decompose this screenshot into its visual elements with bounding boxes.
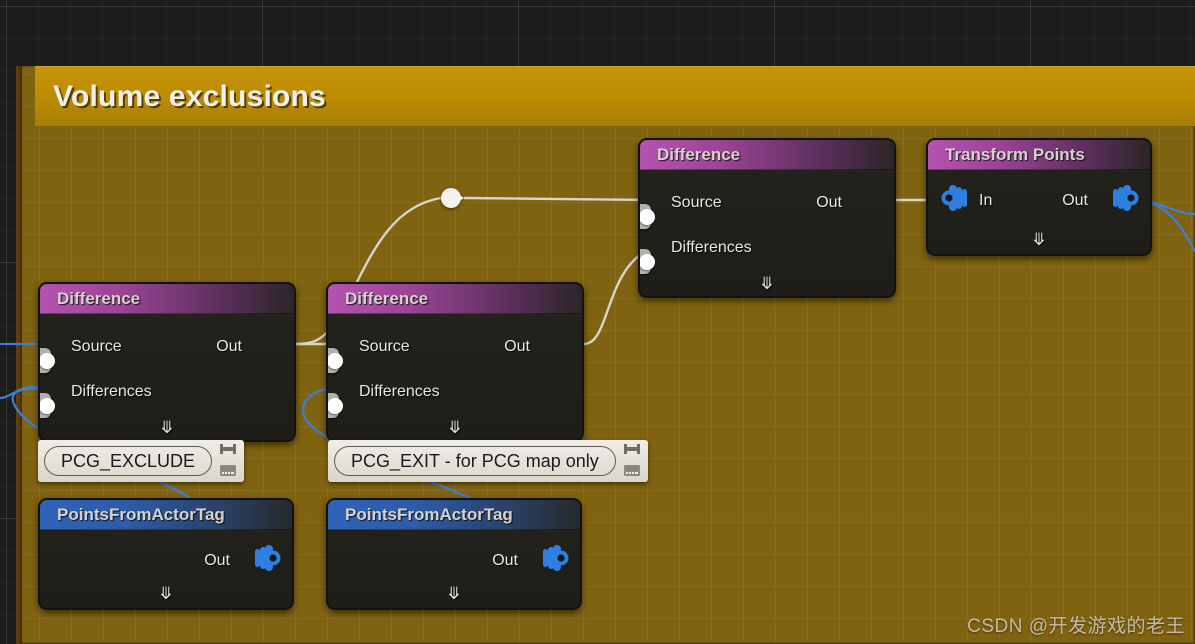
node-title: Difference: [345, 288, 429, 308]
tag-pill[interactable]: PCG_EXIT - for PCG map only: [334, 446, 616, 476]
pin-row-source[interactable]: Source Out: [640, 180, 894, 229]
node-header[interactable]: Transform Points: [928, 140, 1150, 170]
node-header[interactable]: Difference: [640, 140, 894, 170]
comment-left-edge: [17, 66, 22, 644]
pin-in-input[interactable]: [940, 184, 970, 217]
graph-canvas[interactable]: Volume exclusions Difference Source Out …: [0, 0, 1195, 644]
pin-label-source: Source: [359, 337, 410, 355]
node-title: Transform Points: [945, 144, 1085, 164]
pin-row-out[interactable]: Out: [40, 538, 292, 583]
node-header[interactable]: PointsFromActorTag: [40, 500, 292, 530]
pin-row-differences[interactable]: Differences: [328, 369, 582, 418]
pin-out-output[interactable]: [1110, 184, 1140, 217]
tag-icon-group[interactable]: [620, 442, 644, 480]
pin-row-differences[interactable]: Differences: [40, 369, 294, 418]
pin-row-in[interactable]: In Out: [928, 178, 1150, 223]
chevron-down-icon[interactable]: ⤋: [328, 585, 580, 602]
node-body: In Out ⤋: [928, 170, 1150, 254]
tag-label: PCG_EXCLUDE: [61, 450, 196, 471]
pin-label-differences: Differences: [671, 238, 752, 256]
node-header[interactable]: Difference: [40, 284, 294, 314]
pin-label-differences: Differences: [71, 382, 152, 400]
pin-out-output[interactable]: [252, 544, 282, 577]
pin-row-differences[interactable]: Differences: [640, 225, 894, 274]
chevron-down-icon[interactable]: ⤋: [40, 585, 292, 602]
node-body: Source Out Differences ⤋: [640, 170, 894, 296]
tag-pill[interactable]: PCG_EXCLUDE: [44, 446, 213, 476]
tag-label: PCG_EXIT - for PCG map only: [351, 450, 599, 471]
pin-label-out: Out: [504, 337, 530, 355]
pin-out-output[interactable]: [540, 544, 570, 577]
pin-label-out: Out: [1062, 191, 1088, 209]
chevron-down-icon[interactable]: ⤋: [928, 231, 1150, 248]
pin-row-source[interactable]: Source Out: [328, 324, 582, 373]
reroute-node[interactable]: [441, 188, 464, 208]
pin-icon[interactable]: [623, 442, 640, 460]
pin-label-differences: Differences: [359, 382, 440, 400]
node-title: Difference: [657, 144, 741, 164]
points-pin-icon: [940, 185, 970, 216]
points-pin-icon: [540, 545, 570, 576]
pin-label-out: Out: [816, 193, 842, 211]
pin-label-out: Out: [216, 337, 242, 355]
tag-icon-group[interactable]: [216, 442, 240, 480]
node-transform-points[interactable]: Transform Points In Out ⤋: [926, 138, 1152, 256]
node-title: PointsFromActorTag: [57, 504, 225, 524]
node-points-from-actor-tag-left[interactable]: PointsFromActorTag Out ⤋: [38, 498, 294, 610]
node-body: Source Out Differences ⤋: [40, 314, 294, 440]
node-body: Out ⤋: [40, 530, 292, 608]
node-body: Source Out Differences ⤋: [328, 314, 582, 440]
chevron-down-icon[interactable]: ⤋: [40, 419, 294, 436]
node-title: Difference: [57, 288, 141, 308]
pin-row-source[interactable]: Source Out: [40, 324, 294, 373]
pin-label-source: Source: [671, 193, 722, 211]
pin-icon[interactable]: [220, 442, 237, 460]
node-difference-right[interactable]: Difference Source Out Differences ⤋: [638, 138, 896, 298]
node-points-from-actor-tag-right[interactable]: PointsFromActorTag Out ⤋: [326, 498, 582, 610]
pin-row-out[interactable]: Out: [328, 538, 580, 583]
node-header[interactable]: Difference: [328, 284, 582, 314]
comment-header[interactable]: Volume exclusions: [35, 66, 1195, 126]
comment-title: Volume exclusions: [53, 79, 326, 113]
node-difference-middle[interactable]: Difference Source Out Differences ⤋: [326, 282, 584, 442]
points-pin-icon: [1110, 185, 1140, 216]
node-header[interactable]: PointsFromActorTag: [328, 500, 580, 530]
watermark: CSDN @开发游戏的老王: [967, 616, 1185, 637]
pin-label-source: Source: [71, 337, 122, 355]
points-pin-icon: [252, 545, 282, 576]
chevron-down-icon[interactable]: ⤋: [640, 275, 894, 292]
tag-pcg-exit[interactable]: PCG_EXIT - for PCG map only: [328, 440, 648, 482]
keyboard-icon[interactable]: [220, 463, 237, 481]
keyboard-icon[interactable]: [623, 463, 640, 481]
node-title: PointsFromActorTag: [345, 504, 513, 524]
pin-label-in: In: [979, 191, 993, 209]
node-difference-left[interactable]: Difference Source Out Differences ⤋: [38, 282, 296, 442]
node-body: Out ⤋: [328, 530, 580, 608]
chevron-down-icon[interactable]: ⤋: [328, 419, 582, 436]
pin-label-out: Out: [492, 551, 518, 569]
tag-pcg-exclude[interactable]: PCG_EXCLUDE: [38, 440, 245, 482]
reroute-arrow-icon: [455, 192, 464, 204]
pin-label-out: Out: [204, 551, 230, 569]
